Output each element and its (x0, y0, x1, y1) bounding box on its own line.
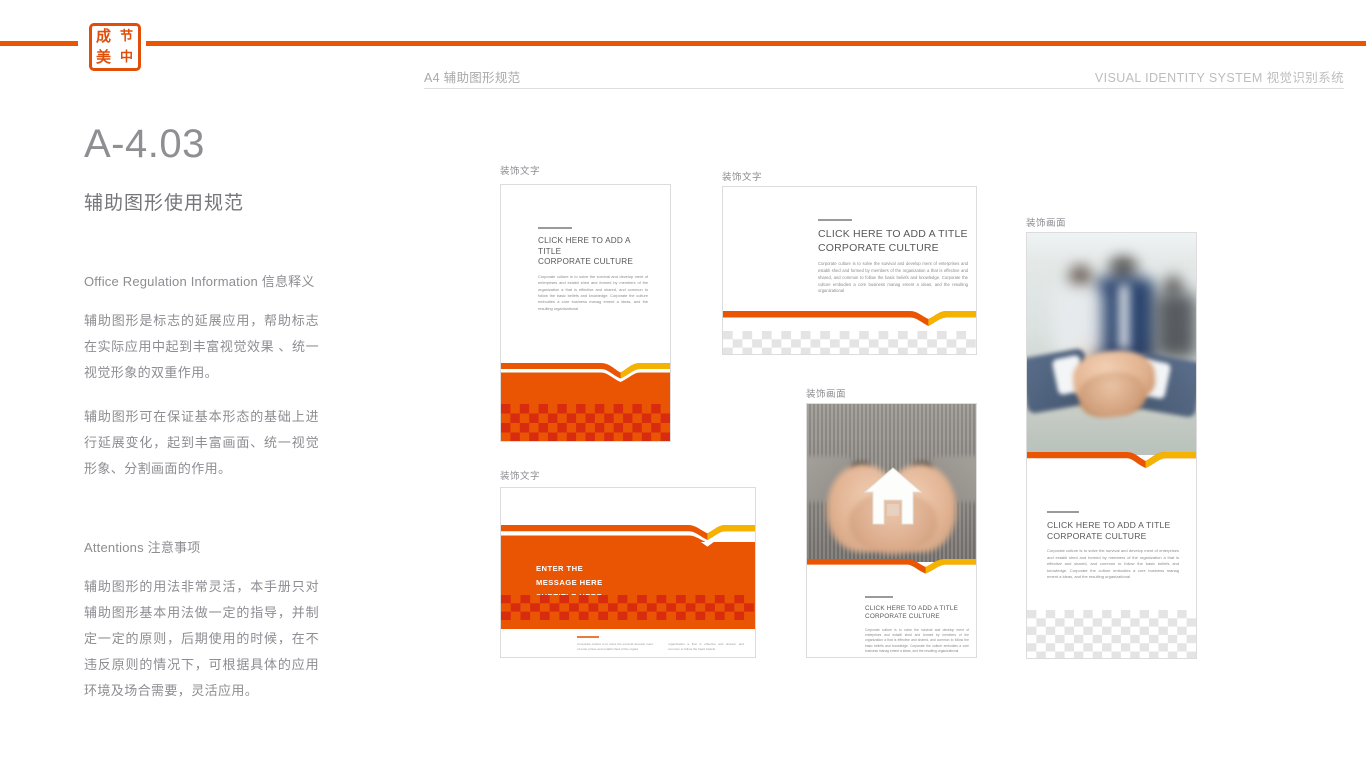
seal-char-1: 成 (95, 27, 111, 45)
bg-person-body-left (1053, 285, 1103, 357)
card1-title-line2: CORPORATE CULTURE (538, 257, 633, 267)
header-system-label: VISUAL IDENTITY SYSTEM 视觉识别系统 (1094, 71, 1344, 85)
section-info-paragraph-2: 辅助图形可在保证基本形态的基础上进行延展变化，起到丰富画面、统一视觉形象、分割画… (84, 409, 319, 476)
section-heading-attentions: Attentions 注意事项 (84, 540, 201, 555)
card5-label: 装饰画面 (1026, 218, 1067, 229)
card-decorative-text-1[interactable]: CLICK HERE TO ADD A TITLE CORPORATE CULT… (500, 184, 671, 442)
left-info-column: A-4.03 辅助图形使用规范 Office Regulation Inform… (84, 122, 319, 704)
section-info-paragraph-1: 辅助图形是标志的延展应用，帮助标志在实际应用中起到丰富视觉效果 、统一视觉形象的… (84, 313, 319, 380)
card3-column-1-tick (577, 636, 599, 638)
card5-body-text: Corporate culture is to solve the surviv… (1047, 548, 1179, 580)
card-decorative-image-4[interactable]: CLICK HERE TO ADD A TITLE CORPORATE CULT… (806, 403, 977, 658)
card4-wave-graphic (807, 559, 976, 575)
card1-checker-pattern (501, 404, 670, 441)
section-attentions-paragraph-1: 辅助图形的用法非常灵活，本手册只对辅助图形基本用法做一定的指导，并制定一定的原则… (84, 579, 319, 698)
card5-title-line1: CLICK HERE TO ADD A TITLE (1047, 520, 1171, 530)
seal-char-4: 中 (119, 50, 133, 65)
card1-title-line1: CLICK HERE TO ADD A TITLE (538, 236, 631, 256)
seal-characters: 成 节 美 中 (92, 26, 138, 68)
card3-label: 装饰文字 (500, 471, 541, 482)
card5-title-tick (1047, 511, 1079, 513)
card3-column-2-tick (668, 636, 690, 638)
card3-checker-pattern (501, 595, 755, 620)
card4-title-tick (865, 596, 893, 598)
bg-person-shirt-center (1119, 285, 1129, 349)
header-rule-right (146, 41, 1366, 46)
card5-title-line2: CORPORATE CULTURE (1047, 531, 1147, 542)
card3-column-2: organization a that is effective and sha… (668, 636, 744, 652)
card3-orange-band-bottom (501, 620, 755, 629)
card-decorative-text-2[interactable]: CLICK HERE TO ADD A TITLE CORPORATE CULT… (722, 186, 977, 355)
card3-column-1-text: Corporate culture is to solve the surviv… (577, 641, 653, 651)
card4-title-line2: CORPORATE CULTURE (865, 613, 940, 621)
card5-text-block: CLICK HERE TO ADD A TITLE CORPORATE CULT… (1047, 511, 1179, 581)
card4-text-block: CLICK HERE TO ADD A TITLE CORPORATE CULT… (865, 596, 969, 654)
card3-bottom-columns: Corporate culture is to solve the surviv… (577, 636, 755, 652)
card-decorative-text-3[interactable]: ENTER THE MESSAGE HERE SUBTITLE HERE Cor… (500, 487, 756, 658)
hands-holding-house-photo (807, 404, 976, 562)
card2-title-tick (818, 219, 852, 221)
page-title: 辅助图形使用规范 (84, 193, 245, 214)
header-rule-left (0, 41, 78, 46)
card2-label: 装饰文字 (722, 172, 763, 183)
card1-label: 装饰文字 (500, 166, 541, 177)
brand-logo: 成 节 美 中 (89, 23, 141, 71)
header-underline (424, 88, 1344, 89)
card3-orange-notch (501, 542, 755, 552)
section-heading-info: Office Regulation Information 信息释义 (84, 274, 315, 289)
card2-title-line2: CORPORATE CULTURE (818, 241, 939, 254)
card1-wave-graphic (501, 363, 670, 385)
card3-column-2-text: organization a that is effective and sha… (668, 641, 744, 651)
card2-text-block: CLICK HERE TO ADD A TITLE CORPORATE CULT… (818, 219, 968, 295)
bg-person-body-right (1155, 293, 1196, 359)
business-handshake-photo (1027, 233, 1196, 455)
card3-wave-graphic (501, 525, 755, 543)
card3-column-1: Corporate culture is to solve the surviv… (577, 636, 653, 652)
photo-top-haze (1027, 233, 1196, 261)
card1-text-block: CLICK HERE TO ADD A TITLE CORPORATE CULT… (538, 227, 648, 312)
header-section-label: A4 辅助图形规范 (424, 71, 521, 85)
card3-message-line2: MESSAGE HERE (536, 578, 603, 588)
seal-char-3: 美 (95, 48, 111, 66)
card1-orange-fill (501, 384, 670, 404)
card2-wave-graphic (723, 311, 976, 328)
card4-title-line1: CLICK HERE TO ADD A TITLE (865, 605, 959, 612)
card3-message-line1: ENTER THE (536, 564, 584, 573)
card-decorative-image-5[interactable]: CLICK HERE TO ADD A TITLE CORPORATE CULT… (1026, 232, 1197, 659)
card4-body-text: Corporate culture is to solve the surviv… (865, 627, 969, 653)
seal-char-2: 节 (119, 29, 133, 44)
card2-body-text: Corporate culture is to solve the surviv… (818, 261, 968, 294)
card1-body-text: Corporate culture is to solve the surviv… (538, 273, 648, 311)
paper-house-icon (863, 466, 923, 528)
card2-title-line1: CLICK HERE TO ADD A TITLE (818, 228, 968, 240)
page-code: A-4.03 (84, 122, 205, 166)
card4-label: 装饰画面 (806, 389, 847, 400)
card2-checker-pattern (723, 331, 976, 354)
card1-title-tick (538, 227, 572, 229)
vi-manual-page: 成 节 美 中 A4 辅助图形规范 VISUAL IDENTITY SYSTEM… (0, 0, 1366, 768)
card5-wave-graphic (1027, 452, 1196, 470)
card5-checker-pattern (1027, 610, 1196, 658)
photo-bottom-haze (1027, 415, 1196, 455)
